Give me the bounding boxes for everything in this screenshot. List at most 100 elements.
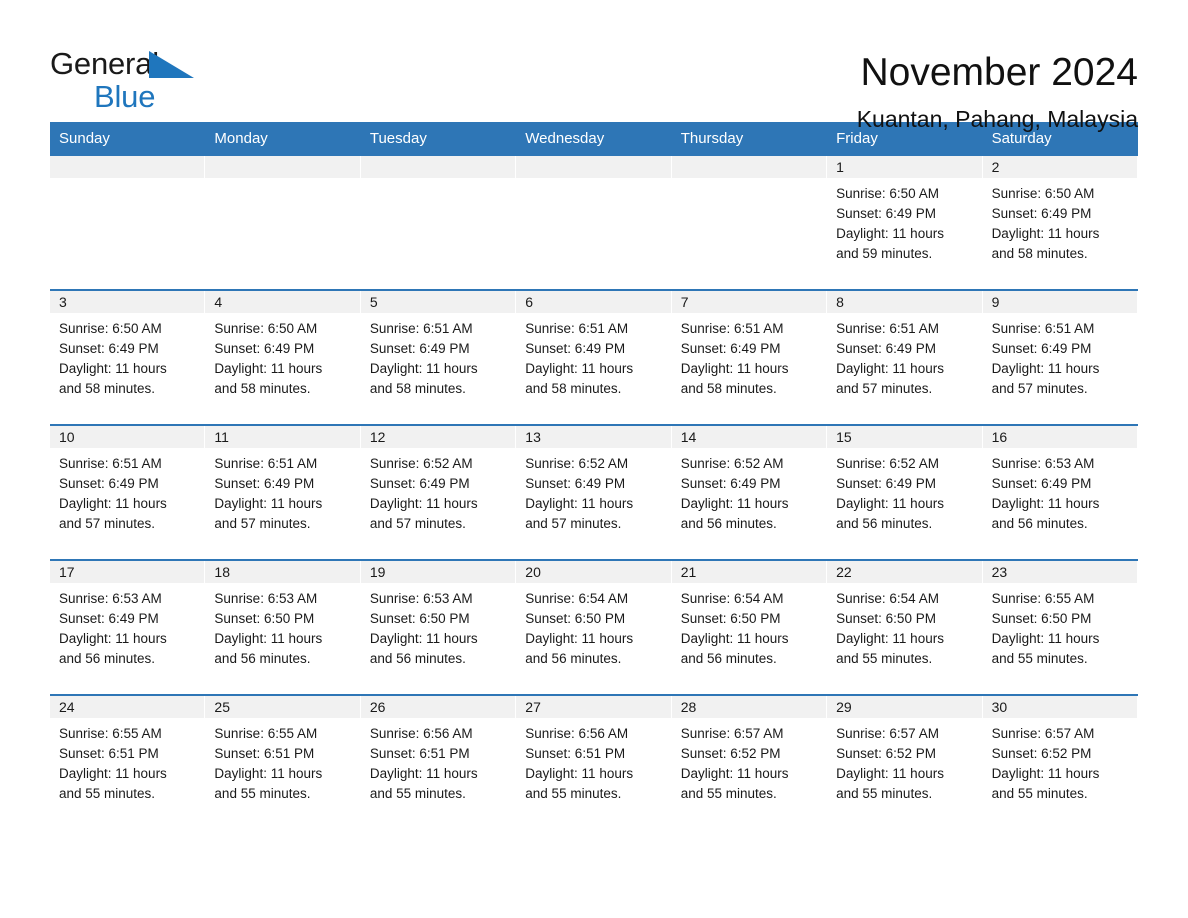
calendar-day-cell[interactable]: 7 Sunrise: 6:51 AM Sunset: 6:49 PM Daylight… [671, 291, 828, 424]
calendar-day-cell[interactable]: 25 Sunrise: 6:55 AM Sunset: 6:51 PM Dayligh… [205, 696, 361, 829]
calendar-day-cell[interactable]: 14 Sunrise: 6:52 AM Sunset: 6:49 PM Dayligh… [671, 426, 828, 559]
calendar-day-cell[interactable]: 19 Sunrise: 6:53 AM Sunset: 6:50 PM Dayligh… [360, 561, 517, 694]
day-number-strip: 9 [982, 291, 1137, 313]
sunrise-text: Sunrise: 6:51 AM [214, 456, 318, 471]
calendar-day-cell[interactable]: 5 Sunrise: 6:51 AM Sunset: 6:49 PM Daylight… [360, 291, 517, 424]
sunset-text: Sunset: 6:50 PM [525, 611, 626, 626]
calendar-day-cell[interactable]: 27 Sunrise: 6:56 AM Sunset: 6:51 PM Dayligh… [516, 696, 672, 829]
calendar-day-cell-empty [516, 156, 672, 289]
calendar-day-cell[interactable]: 15 Sunrise: 6:52 AM Sunset: 6:49 PM Dayligh… [827, 426, 983, 559]
calendar-grid: Sunday Monday Tuesday Wednesday Thursday Frid… [50, 122, 1138, 829]
sunset-text: Sunset: 6:50 PM [680, 611, 781, 626]
day-detail-body: Sunrise: 6:55 AM Sunset: 6:51 PM Daylight:… [205, 718, 359, 804]
sunrise-text: Sunrise: 6:52 AM [525, 456, 629, 471]
calendar-day-cell[interactable]: 22 Sunrise: 6:54 AM Sunset: 6:50 PM Dayligh… [827, 561, 983, 694]
sunset-text: Sunset: 6:49 PM [836, 476, 936, 491]
sunset-text: Sunset: 6:49 PM [59, 476, 159, 491]
daylight-text-line2: and 55 minutes. [59, 786, 156, 801]
daylight-text-line2: and 57 minutes. [836, 381, 933, 396]
day-detail-body: Sunrise: 6:51 AM Sunset: 6:49 PM Daylight:… [983, 313, 1137, 399]
day-detail-body: Sunrise: 6:56 AM Sunset: 6:51 PM Daylight:… [516, 718, 670, 804]
daylight-text-line2: and 58 minutes. [991, 246, 1088, 261]
daylight-text-line2: and 56 minutes. [214, 651, 311, 666]
day-detail-body: Sunrise: 6:53 AM Sunset: 6:49 PM Daylight:… [50, 583, 204, 669]
sunset-text: Sunset: 6:49 PM [991, 476, 1092, 491]
sunset-text: Sunset: 6:49 PM [369, 476, 470, 491]
day-number: 25 [214, 699, 230, 715]
weekday-header-tuesday: Tuesday [369, 130, 427, 147]
sunrise-text: Sunrise: 6:50 AM [214, 321, 318, 336]
day-number: 20 [525, 564, 541, 580]
calendar-day-cell[interactable]: 8 Sunrise: 6:51 AM Sunset: 6:49 PM Daylight… [827, 291, 983, 424]
calendar-day-cell[interactable]: 10 Sunrise: 6:51 AM Sunset: 6:49 PM Dayligh… [50, 426, 206, 559]
calendar-day-cell[interactable]: 29 Sunrise: 6:57 AM Sunset: 6:52 PM Dayligh… [827, 696, 983, 829]
sunset-text: Sunset: 6:52 PM [991, 746, 1092, 761]
sunrise-text: Sunrise: 6:50 AM [991, 186, 1095, 201]
calendar-day-cell[interactable]: 26 Sunrise: 6:56 AM Sunset: 6:51 PM Dayligh… [360, 696, 517, 829]
day-number-strip: 2 [982, 156, 1137, 178]
day-number: 2 [991, 159, 1000, 175]
sunrise-text: Sunrise: 6:51 AM [991, 321, 1095, 336]
sunrise-text: Sunrise: 6:55 AM [59, 726, 162, 741]
daylight-text-line2: and 58 minutes. [525, 381, 622, 396]
calendar-day-cell[interactable]: 9 Sunrise: 6:51 AM Sunset: 6:49 PM Daylight… [982, 291, 1138, 424]
sunrise-text: Sunrise: 6:53 AM [369, 591, 473, 606]
sunset-text: Sunset: 6:49 PM [214, 341, 315, 356]
calendar-day-cell[interactable]: 16 Sunrise: 6:53 AM Sunset: 6:49 PM Dayligh… [982, 426, 1138, 559]
calendar-day-cell[interactable]: 24 Sunrise: 6:55 AM Sunset: 6:51 PM Dayligh… [50, 696, 206, 829]
calendar-week-row: 10 Sunrise: 6:51 AM Sunset: 6:49 PM Dayligh… [50, 424, 1138, 559]
sunrise-text: Sunrise: 6:55 AM [214, 726, 318, 741]
day-detail-body: Sunrise: 6:54 AM Sunset: 6:50 PM Daylight:… [516, 583, 670, 669]
daylight-text-line1: Daylight: 11 hours [991, 631, 1100, 646]
calendar-day-cell[interactable]: 23 Sunrise: 6:55 AM Sunset: 6:50 PM Dayligh… [982, 561, 1138, 694]
daylight-text-line2: and 57 minutes. [369, 516, 466, 531]
calendar-day-cell[interactable]: 30 Sunrise: 6:57 AM Sunset: 6:52 PM Dayligh… [982, 696, 1138, 829]
day-number-strip: 19 [360, 561, 516, 583]
day-detail-body: Sunrise: 6:53 AM Sunset: 6:49 PM Daylight:… [983, 448, 1137, 534]
sunrise-text: Sunrise: 6:53 AM [214, 591, 318, 606]
calendar-day-cell[interactable]: 6 Sunrise: 6:51 AM Sunset: 6:49 PM Daylight… [516, 291, 672, 424]
daylight-text-line1: Daylight: 11 hours [991, 226, 1100, 241]
calendar-day-cell[interactable]: 11 Sunrise: 6:51 AM Sunset: 6:49 PM Dayligh… [205, 426, 361, 559]
day-number-strip: 8 [827, 291, 982, 313]
day-number-strip: 21 [671, 561, 827, 583]
calendar-day-cell[interactable]: 12 Sunrise: 6:52 AM Sunset: 6:49 PM Dayligh… [360, 426, 517, 559]
daylight-text-line2: and 58 minutes. [369, 381, 466, 396]
sunrise-text: Sunrise: 6:57 AM [991, 726, 1095, 741]
daylight-text-line2: and 55 minutes. [680, 786, 777, 801]
day-number: 23 [991, 564, 1008, 580]
calendar-day-cell[interactable]: 21 Sunrise: 6:54 AM Sunset: 6:50 PM Dayligh… [671, 561, 828, 694]
daylight-text-line1: Daylight: 11 hours [59, 361, 167, 376]
calendar-day-cell[interactable]: 2 Sunrise: 6:50 AM Sunset: 6:49 PM Daylight… [982, 156, 1138, 289]
daylight-text-line1: Daylight: 11 hours [680, 631, 789, 646]
day-number-strip: 18 [205, 561, 360, 583]
calendar-day-cell[interactable]: 4 Sunrise: 6:50 AM Sunset: 6:49 PM Daylight… [205, 291, 361, 424]
daylight-text-line1: Daylight: 11 hours [836, 631, 944, 646]
calendar-day-cell[interactable]: 3 Sunrise: 6:50 AM Sunset: 6:49 PM Daylight… [50, 291, 206, 424]
generalblue-logo[interactable]: General Blue [50, 48, 200, 120]
day-number: 17 [59, 564, 75, 580]
day-number: 21 [680, 564, 697, 580]
day-number-strip: 29 [827, 696, 982, 718]
day-detail-body: Sunrise: 6:54 AM Sunset: 6:50 PM Daylight:… [672, 583, 826, 669]
day-detail-body: Sunrise: 6:57 AM Sunset: 6:52 PM Daylight:… [672, 718, 826, 804]
sunrise-text: Sunrise: 6:55 AM [991, 591, 1095, 606]
day-number: 27 [525, 699, 541, 715]
daylight-text-line2: and 56 minutes. [369, 651, 466, 666]
calendar-day-cell[interactable]: 28 Sunrise: 6:57 AM Sunset: 6:52 PM Dayligh… [671, 696, 828, 829]
daylight-text-line2: and 56 minutes. [680, 516, 777, 531]
page-header: General Blue November 2024 Kuantan, Paha… [50, 0, 1139, 132]
weekday-header-friday: Friday [836, 130, 878, 147]
day-number: 5 [369, 294, 378, 310]
day-number-strip: 24 [50, 696, 205, 718]
day-number: 14 [680, 429, 697, 445]
calendar-day-cell[interactable]: 17 Sunrise: 6:53 AM Sunset: 6:49 PM Dayligh… [50, 561, 206, 694]
day-detail-body: Sunrise: 6:50 AM Sunset: 6:49 PM Daylight:… [983, 178, 1137, 264]
day-number: 12 [369, 429, 386, 445]
page-title: November 2024 [860, 51, 1139, 94]
calendar-day-cell[interactable]: 20 Sunrise: 6:54 AM Sunset: 6:50 PM Dayligh… [516, 561, 672, 694]
day-number: 15 [836, 429, 852, 445]
calendar-day-cell[interactable]: 1 Sunrise: 6:50 AM Sunset: 6:49 PM Daylight… [827, 156, 983, 289]
calendar-day-cell[interactable]: 18 Sunrise: 6:53 AM Sunset: 6:50 PM Dayligh… [205, 561, 361, 694]
calendar-day-cell[interactable]: 13 Sunrise: 6:52 AM Sunset: 6:49 PM Dayligh… [516, 426, 672, 559]
